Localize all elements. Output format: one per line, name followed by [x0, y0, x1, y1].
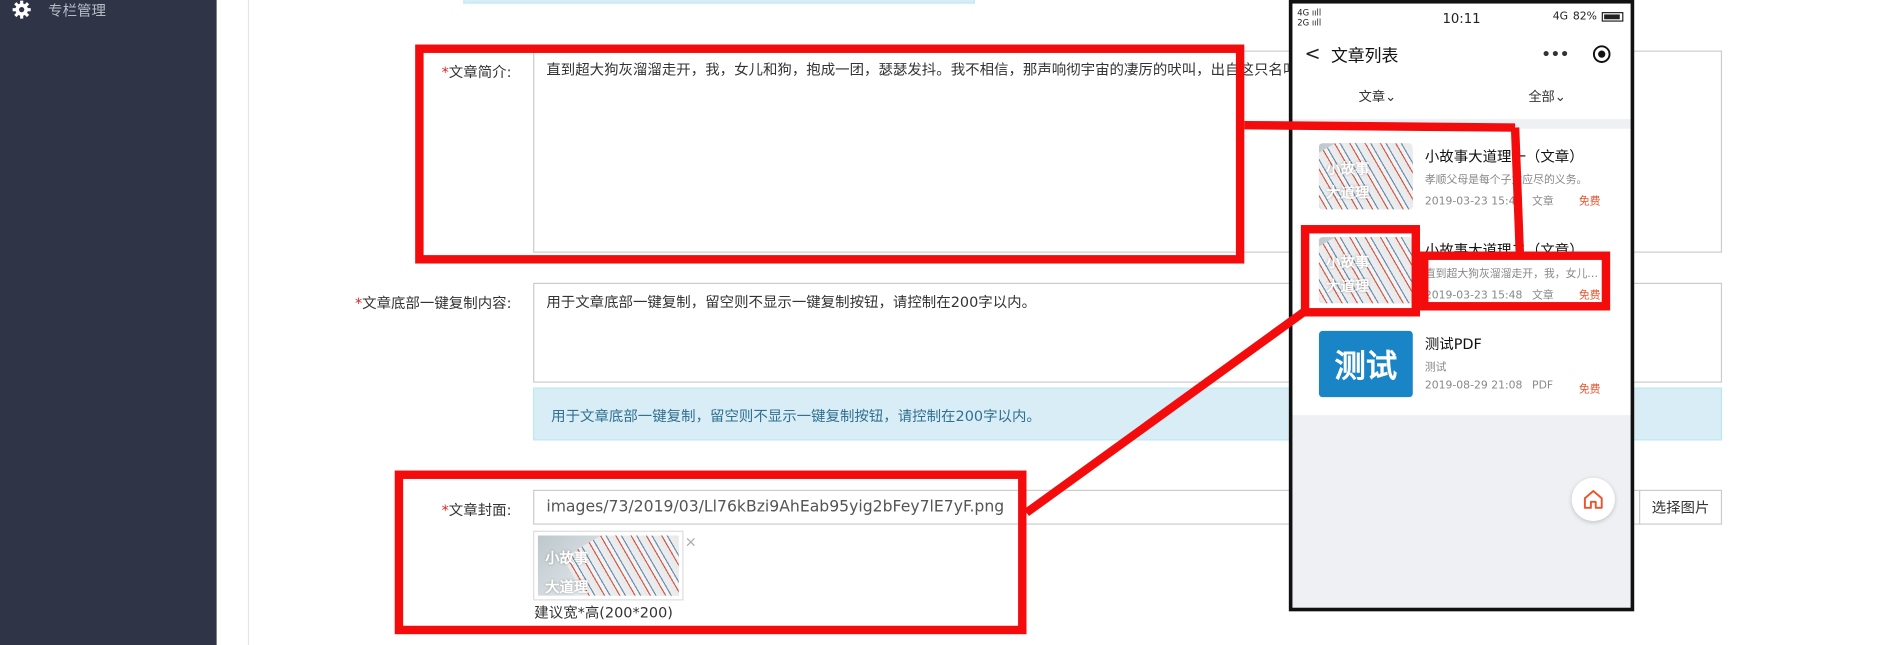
sidebar: 专栏管理: [0, 0, 217, 645]
annotation-box-thumbnail: [1300, 225, 1421, 317]
chevron-down-icon: ⌄: [1554, 89, 1566, 105]
article-type: PDF: [1532, 380, 1554, 393]
annotation-box-summary: [415, 44, 1245, 264]
thumb-text: 小故事: [1326, 160, 1370, 177]
annotation-box-desc: [1420, 251, 1611, 311]
phone-navbar: < 文章列表 •••: [1292, 32, 1631, 76]
article-desc: 测试: [1424, 362, 1447, 375]
sidebar-item-label: 专栏管理: [48, 1, 106, 19]
filter-type[interactable]: 文章⌄: [1359, 87, 1397, 106]
filter-category[interactable]: 全部⌄: [1528, 87, 1566, 106]
signal-indicator: 4G: [1552, 10, 1569, 23]
content-divider: [247, 0, 250, 645]
article-fee: 免费: [1578, 383, 1601, 396]
battery-icon: [1601, 12, 1624, 22]
page-root: 专栏管理 *文章简介: 直到超大狗灰溜溜走开，我，女儿和狗，抱成一团，瑟瑟发抖。…: [0, 0, 1882, 645]
filter-label: 全部: [1528, 89, 1555, 105]
gear-icon: [12, 0, 31, 19]
annotation-box-cover: [394, 470, 1027, 635]
status-bar: 4G ııll 2G ııll 10:11 4G 82%: [1292, 3, 1631, 33]
article-thumbnail: 测试: [1318, 330, 1413, 398]
article-title: 小故事大道理一（文章）: [1424, 148, 1584, 165]
select-image-button[interactable]: 选择图片: [1639, 489, 1723, 525]
list-item[interactable]: 小故事大道理 小故事大道理一（文章） 孝顺父母是每个子女应尽的义务。 2019-…: [1292, 129, 1630, 223]
article-title: 测试PDF: [1424, 335, 1482, 353]
chevron-down-icon: ⌄: [1385, 89, 1397, 105]
article-thumbnail: 小故事 大道理: [1318, 143, 1413, 210]
article-date: 2019-08-29 21:08: [1424, 380, 1523, 393]
battery-percent: 82%: [1572, 10, 1597, 23]
previous-hint-edge: [463, 0, 975, 4]
article-date: 2019-03-23 15:45: [1424, 196, 1523, 209]
article-desc: 孝顺父母是每个子女应尽的义务。: [1424, 174, 1588, 187]
filter-label: 文章: [1358, 89, 1386, 105]
close-target-icon[interactable]: [1592, 45, 1611, 64]
home-icon: [1583, 490, 1603, 509]
copy-label-text: 文章底部一键复制内容:: [362, 294, 512, 312]
sidebar-item-column-management[interactable]: 专栏管理: [12, 0, 106, 19]
home-button[interactable]: [1571, 477, 1615, 522]
thumb-text: 大道理: [1326, 184, 1370, 201]
article-fee: 免费: [1578, 196, 1601, 209]
list-item[interactable]: 测试 测试PDF 测试 2019-08-29 21:08 PDF 免费: [1292, 316, 1630, 410]
required-mark: *: [354, 294, 363, 312]
back-icon[interactable]: <: [1304, 42, 1320, 65]
phone-filters: 文章⌄ 全部⌄: [1292, 75, 1631, 120]
mini-program-capsule: •••: [1534, 40, 1618, 69]
more-icon[interactable]: •••: [1542, 46, 1570, 63]
copy-label: *文章底部一键复制内容:: [301, 292, 512, 312]
article-type: 文章: [1532, 196, 1554, 209]
phone-page-title: 文章列表: [1330, 46, 1399, 67]
